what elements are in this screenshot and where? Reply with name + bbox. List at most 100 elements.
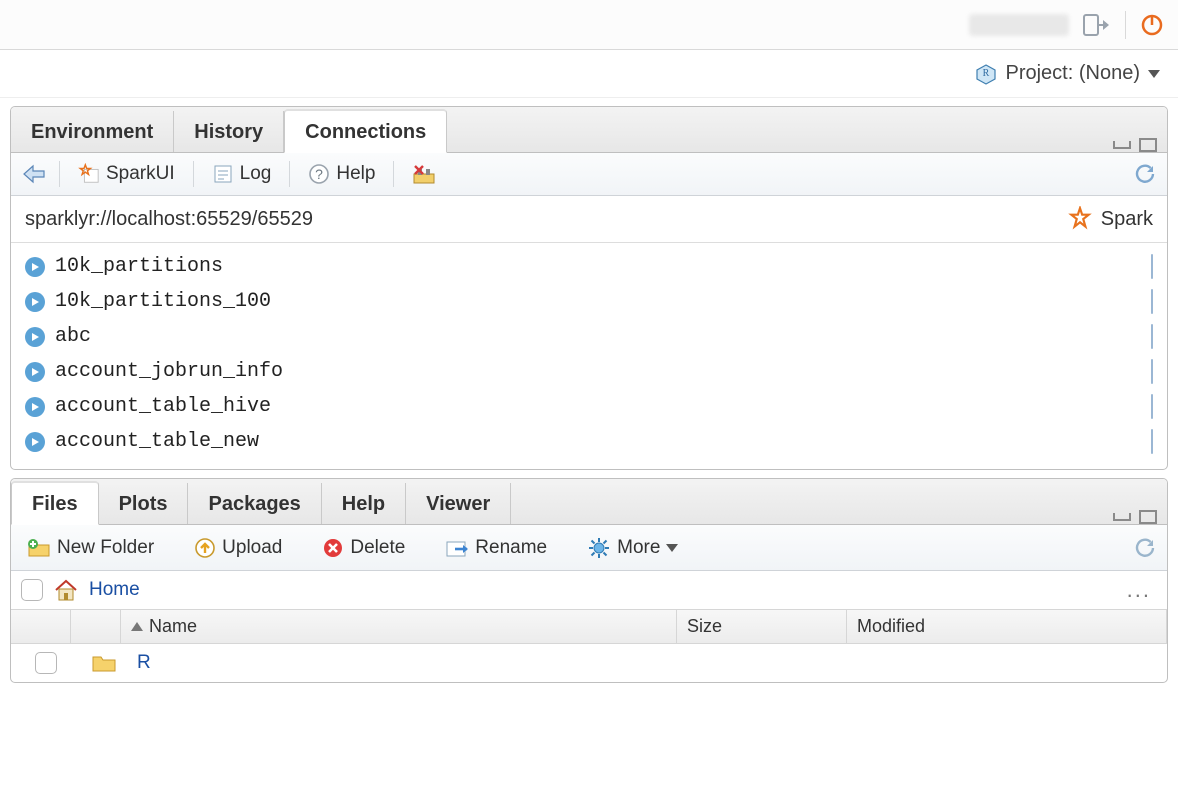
- col-header-name[interactable]: Name: [121, 610, 677, 643]
- log-button[interactable]: Log: [206, 159, 278, 189]
- col-header-modified[interactable]: Modified: [847, 610, 1167, 643]
- expand-icon[interactable]: [25, 292, 45, 312]
- files-column-header: Name Size Modified: [11, 610, 1167, 644]
- tab-help[interactable]: Help: [322, 483, 406, 524]
- connection-url-row: sparklyr://localhost:65529/65529 Spark: [11, 196, 1167, 243]
- new-folder-label: New Folder: [57, 537, 154, 559]
- tab-connections[interactable]: Connections: [284, 109, 447, 153]
- table-row[interactable]: account_jobrun_info: [17, 354, 1161, 389]
- files-breadcrumb: Home ...: [11, 571, 1167, 610]
- preview-table-icon[interactable]: [1151, 255, 1153, 278]
- disconnect-icon[interactable]: [406, 159, 442, 189]
- minimize-icon[interactable]: [1113, 141, 1131, 149]
- sparkui-button[interactable]: SparkUI: [72, 159, 181, 189]
- log-page-icon: [212, 163, 234, 185]
- rename-icon: [445, 538, 469, 558]
- preview-table-icon[interactable]: [1151, 395, 1153, 418]
- svg-text:?: ?: [315, 166, 323, 182]
- delete-button[interactable]: Delete: [316, 533, 411, 563]
- tab-plots[interactable]: Plots: [99, 483, 189, 524]
- table-name: account_jobrun_info: [55, 360, 283, 383]
- home-icon[interactable]: [53, 578, 79, 602]
- maximize-icon[interactable]: [1139, 510, 1157, 524]
- files-toolbar: New Folder Upload Delete: [11, 525, 1167, 571]
- connection-url: sparklyr://localhost:65529/65529: [25, 208, 313, 231]
- tab-files[interactable]: Files: [11, 481, 99, 525]
- connection-provider: Spark: [1067, 206, 1153, 232]
- preview-table-icon[interactable]: [1151, 325, 1153, 348]
- table-name: account_table_new: [55, 430, 259, 453]
- file-list: R: [11, 644, 1167, 682]
- expand-icon[interactable]: [25, 397, 45, 417]
- delete-x-icon: [322, 537, 344, 559]
- sparkui-label: SparkUI: [106, 163, 175, 185]
- file-name[interactable]: R: [137, 652, 151, 674]
- project-bar: R Project: (None): [0, 50, 1178, 98]
- select-all-checkbox[interactable]: [21, 579, 43, 601]
- table-name: account_table_hive: [55, 395, 271, 418]
- table-row[interactable]: account_table_hive: [17, 389, 1161, 424]
- preview-table-icon[interactable]: [1151, 360, 1153, 383]
- new-folder-icon: [27, 538, 51, 558]
- rename-button[interactable]: Rename: [439, 533, 553, 563]
- table-name: abc: [55, 325, 91, 348]
- signout-icon[interactable]: [1083, 14, 1111, 36]
- panel-window-controls: [1113, 138, 1167, 152]
- sort-asc-icon: [131, 622, 143, 631]
- tab-history[interactable]: History: [174, 111, 284, 152]
- help-label: Help: [336, 163, 375, 185]
- breadcrumb-more-icon[interactable]: ...: [1127, 577, 1157, 603]
- help-question-icon: ?: [308, 163, 330, 185]
- spark-logo-icon: [1067, 206, 1093, 232]
- upload-label: Upload: [222, 537, 282, 559]
- tab-environment[interactable]: Environment: [11, 111, 174, 152]
- power-icon[interactable]: [1140, 13, 1164, 37]
- table-row[interactable]: 10k_partitions_100: [17, 284, 1161, 319]
- more-button[interactable]: More: [581, 532, 684, 564]
- project-cube-icon: R: [975, 63, 997, 85]
- table-name: 10k_partitions: [55, 255, 223, 278]
- new-folder-button[interactable]: New Folder: [21, 533, 160, 563]
- expand-icon[interactable]: [25, 432, 45, 452]
- separator: [1125, 11, 1126, 39]
- folder-icon: [91, 653, 117, 673]
- tab-viewer[interactable]: Viewer: [406, 483, 511, 524]
- table-row[interactable]: abc: [17, 319, 1161, 354]
- project-label[interactable]: Project: (None): [1005, 62, 1140, 85]
- col-header-size[interactable]: Size: [677, 610, 847, 643]
- minimize-icon[interactable]: [1113, 513, 1131, 521]
- more-label: More: [617, 537, 660, 559]
- svg-text:R: R: [983, 68, 990, 79]
- table-name: 10k_partitions_100: [55, 290, 271, 313]
- table-row[interactable]: account_table_new: [17, 424, 1161, 459]
- files-panel: Files Plots Packages Help Viewer New Fol…: [10, 478, 1168, 683]
- back-arrow-icon[interactable]: [21, 163, 47, 185]
- expand-icon[interactable]: [25, 327, 45, 347]
- table-row[interactable]: 10k_partitions: [17, 249, 1161, 284]
- app-top-bar: [0, 0, 1178, 50]
- log-label: Log: [240, 163, 272, 185]
- preview-table-icon[interactable]: [1151, 290, 1153, 313]
- connections-panel: Environment History Connections SparkUI: [10, 106, 1168, 470]
- chevron-down-icon: [666, 544, 678, 552]
- chevron-down-icon[interactable]: [1148, 70, 1160, 78]
- spark-star-icon: [78, 163, 100, 185]
- expand-icon[interactable]: [25, 362, 45, 382]
- upload-icon: [194, 537, 216, 559]
- breadcrumb-home[interactable]: Home: [89, 579, 140, 601]
- gear-icon: [587, 536, 611, 560]
- upload-button[interactable]: Upload: [188, 533, 288, 563]
- tab-packages[interactable]: Packages: [188, 483, 321, 524]
- files-tabstrip: Files Plots Packages Help Viewer: [11, 479, 1167, 525]
- files-panel-window-controls: [1113, 510, 1167, 524]
- connections-tabstrip: Environment History Connections: [11, 107, 1167, 153]
- row-checkbox[interactable]: [35, 652, 57, 674]
- file-row[interactable]: R: [11, 644, 1167, 682]
- refresh-icon[interactable]: [1133, 536, 1157, 560]
- preview-table-icon[interactable]: [1151, 430, 1153, 453]
- expand-icon[interactable]: [25, 257, 45, 277]
- maximize-icon[interactable]: [1139, 138, 1157, 152]
- rename-label: Rename: [475, 537, 547, 559]
- refresh-icon[interactable]: [1133, 162, 1157, 186]
- help-button[interactable]: ? Help: [302, 159, 381, 189]
